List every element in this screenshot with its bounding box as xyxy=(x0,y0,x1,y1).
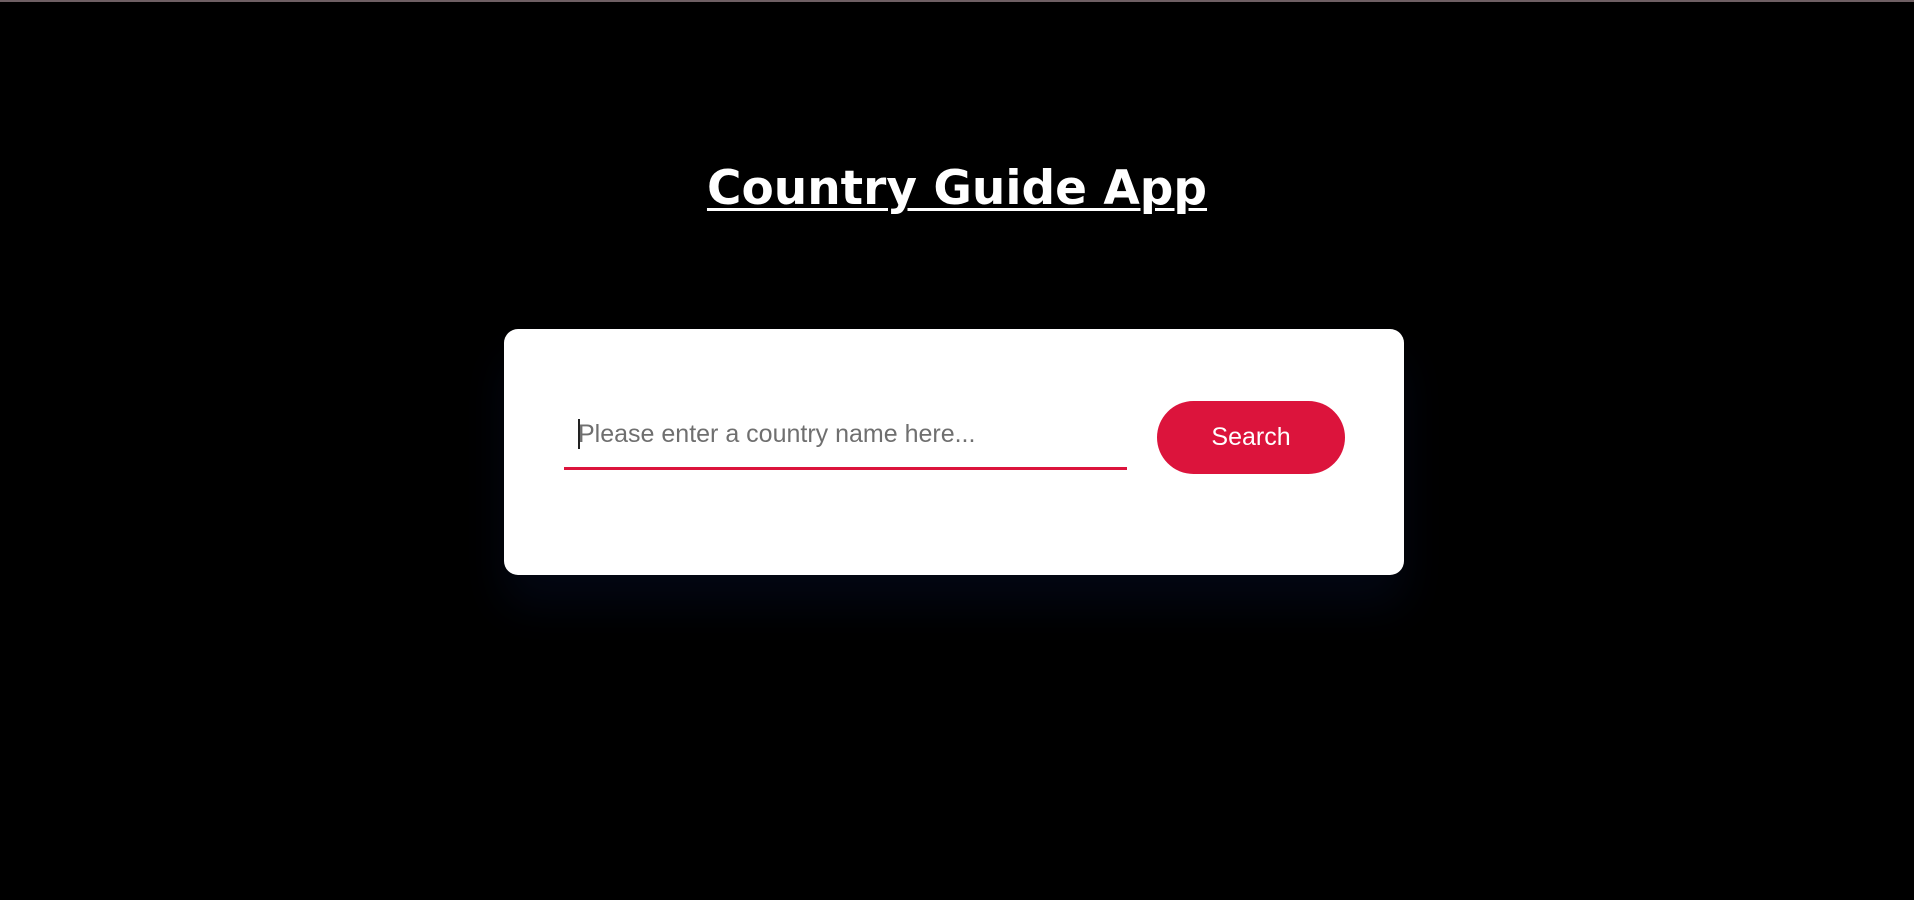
text-cursor xyxy=(578,419,580,449)
search-button[interactable]: Search xyxy=(1157,401,1345,474)
country-search-input[interactable] xyxy=(564,401,1127,470)
search-card: Search xyxy=(504,329,1404,575)
page-title: Country Guide App xyxy=(706,161,1208,216)
window-top-border xyxy=(0,0,1914,2)
